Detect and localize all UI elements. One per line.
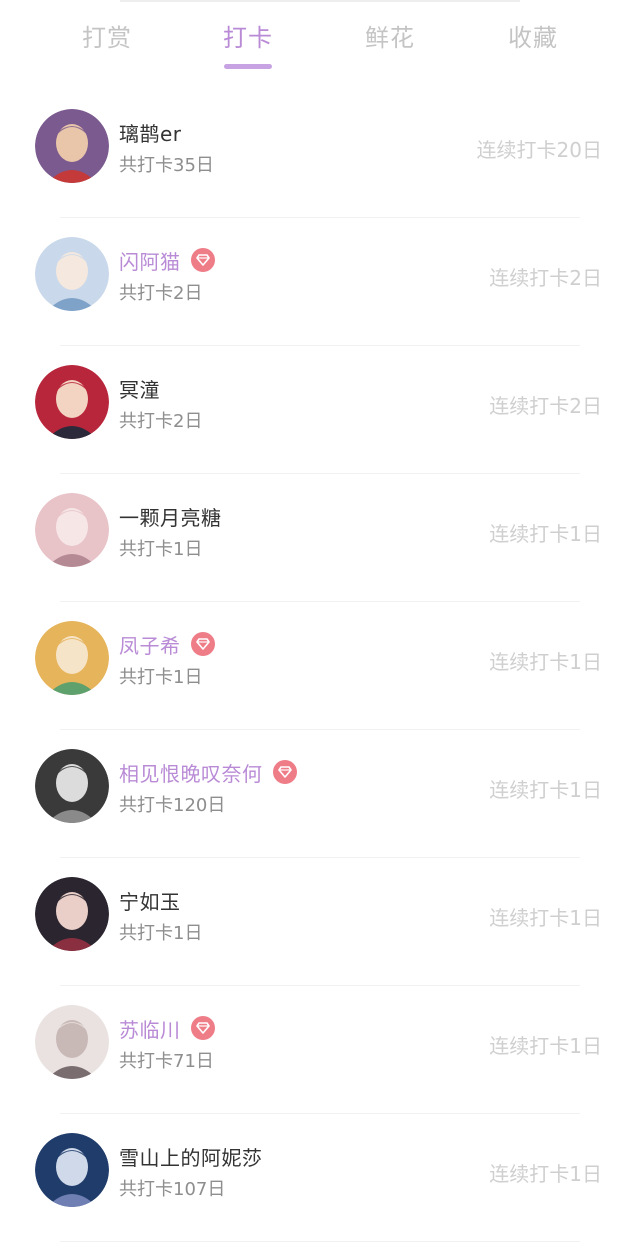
vip-diamond-icon bbox=[190, 248, 215, 272]
active-tab-indicator bbox=[224, 64, 272, 69]
vip-diamond-icon bbox=[272, 760, 297, 784]
checkin-list: 璃鹊er 共打卡35日 连续打卡20日 闪阿猫 共打卡2日 连续打卡2日 冥潼 共打卡2日 连续… bbox=[0, 90, 640, 1242]
username-line: 相见恨晚叹奈何 bbox=[119, 757, 297, 787]
tab-bar: 打赏 打卡 鲜花 收藏 bbox=[0, 0, 640, 90]
username[interactable]: 相见恨晚叹奈何 bbox=[119, 758, 263, 787]
total-checkin-days: 共打卡107日 bbox=[119, 1179, 226, 1200]
username[interactable]: 凤子希 bbox=[119, 630, 181, 659]
user-avatar[interactable] bbox=[35, 749, 109, 823]
total-checkin-days: 共打卡1日 bbox=[119, 923, 203, 944]
tab-reward-label: 打赏 bbox=[82, 24, 132, 52]
checkin-row[interactable]: 璃鹊er 共打卡35日 连续打卡20日 bbox=[0, 90, 640, 218]
user-avatar[interactable] bbox=[35, 1005, 109, 1079]
total-checkin-days: 共打卡71日 bbox=[119, 1051, 214, 1072]
total-checkin-days: 共打卡2日 bbox=[119, 283, 203, 304]
tab-checkin-label: 打卡 bbox=[223, 24, 273, 52]
username-line: 冥潼 bbox=[119, 373, 160, 403]
user-avatar[interactable] bbox=[35, 493, 109, 567]
username-line: 雪山上的阿妮莎 bbox=[119, 1141, 263, 1171]
username-line: 苏临川 bbox=[119, 1013, 215, 1043]
checkin-row[interactable]: 苏临川共打卡71日 连续打卡1日 bbox=[0, 986, 640, 1114]
streak-checkin-days: 连续打卡1日 bbox=[489, 906, 602, 930]
username[interactable]: 一颗月亮糖 bbox=[119, 502, 222, 531]
username-line: 凤子希 bbox=[119, 629, 215, 659]
username[interactable]: 苏临川 bbox=[119, 1014, 181, 1043]
checkin-row[interactable]: 闪阿猫共打卡2日 连续打卡2日 bbox=[0, 218, 640, 346]
username-line: 闪阿猫 bbox=[119, 245, 215, 275]
username-line: 璃鹊er bbox=[119, 117, 182, 147]
streak-checkin-days: 连续打卡2日 bbox=[489, 394, 602, 418]
checkin-row[interactable]: 凤子希共打卡1日 连续打卡1日 bbox=[0, 602, 640, 730]
username-line: 宁如玉 bbox=[119, 885, 181, 915]
user-avatar[interactable] bbox=[35, 365, 109, 439]
username[interactable]: 璃鹊er bbox=[119, 118, 182, 147]
streak-checkin-days: 连续打卡2日 bbox=[489, 266, 602, 290]
streak-checkin-days: 连续打卡1日 bbox=[489, 522, 602, 546]
total-checkin-days: 共打卡120日 bbox=[119, 795, 226, 816]
total-checkin-days: 共打卡1日 bbox=[119, 539, 203, 560]
checkin-row[interactable]: 相见恨晚叹奈何共打卡120日 连续打卡1日 bbox=[0, 730, 640, 858]
tab-flowers-label: 鲜花 bbox=[365, 24, 415, 52]
total-checkin-days: 共打卡2日 bbox=[119, 411, 203, 432]
username[interactable]: 宁如玉 bbox=[119, 886, 181, 915]
user-avatar[interactable] bbox=[35, 621, 109, 695]
tab-checkin[interactable]: 打卡 bbox=[178, 18, 318, 78]
username-line: 一颗月亮糖 bbox=[119, 501, 222, 531]
checkin-row[interactable]: 宁如玉共打卡1日 连续打卡1日 bbox=[0, 858, 640, 986]
tab-reward[interactable]: 打赏 bbox=[37, 18, 177, 78]
total-checkin-days: 共打卡1日 bbox=[119, 667, 203, 688]
vip-diamond-icon bbox=[190, 1016, 215, 1040]
streak-checkin-days: 连续打卡1日 bbox=[489, 778, 602, 802]
streak-checkin-days: 连续打卡1日 bbox=[489, 1162, 602, 1186]
tab-favorites[interactable]: 收藏 bbox=[463, 18, 603, 78]
tab-flowers[interactable]: 鲜花 bbox=[320, 18, 460, 78]
total-checkin-days: 共打卡35日 bbox=[119, 155, 214, 176]
vip-diamond-icon bbox=[190, 632, 215, 656]
username[interactable]: 闪阿猫 bbox=[119, 246, 181, 275]
tab-favorites-label: 收藏 bbox=[508, 24, 558, 52]
user-avatar[interactable] bbox=[35, 877, 109, 951]
username[interactable]: 雪山上的阿妮莎 bbox=[119, 1142, 263, 1171]
streak-checkin-days: 连续打卡1日 bbox=[489, 1034, 602, 1058]
checkin-row[interactable]: 冥潼共打卡2日 连续打卡2日 bbox=[0, 346, 640, 474]
username[interactable]: 冥潼 bbox=[119, 374, 160, 403]
user-avatar[interactable] bbox=[35, 237, 109, 311]
checkin-row[interactable]: 一颗月亮糖共打卡1日 连续打卡1日 bbox=[0, 474, 640, 602]
user-avatar[interactable] bbox=[35, 1133, 109, 1207]
streak-checkin-days: 连续打卡20日 bbox=[476, 138, 602, 162]
user-avatar[interactable] bbox=[35, 109, 109, 183]
checkin-row[interactable]: 雪山上的阿妮莎共打卡107日 连续打卡1日 bbox=[0, 1114, 640, 1242]
streak-checkin-days: 连续打卡1日 bbox=[489, 650, 602, 674]
